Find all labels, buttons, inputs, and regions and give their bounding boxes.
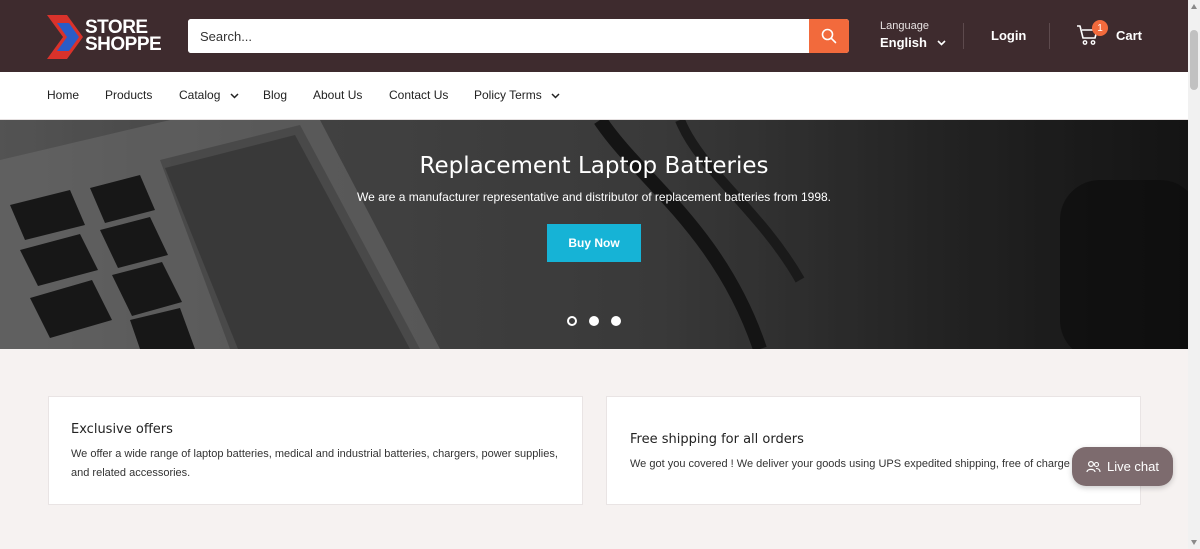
page-scrollbar[interactable] xyxy=(1188,0,1200,549)
scroll-down-arrow-icon[interactable] xyxy=(1190,538,1198,546)
live-chat-label: Live chat xyxy=(1106,459,1160,474)
nav-item-label: Home xyxy=(47,88,80,102)
feature-text-line: and related accessories. xyxy=(71,467,191,479)
nav-item-policy-terms[interactable]: Policy Terms xyxy=(474,88,560,102)
nav-item-label: About Us xyxy=(313,88,363,102)
feature-text-line: We got you covered ! We deliver your goo… xyxy=(630,458,1070,470)
search-input[interactable] xyxy=(188,19,809,53)
login-link[interactable]: Login xyxy=(991,28,1026,43)
nav-item-label: Catalog xyxy=(179,88,221,102)
language-value: English xyxy=(880,35,927,50)
logo-text: STORE SHOPPE xyxy=(85,18,162,55)
top-header: STORE SHOPPE Language English Login 1 Ca… xyxy=(0,0,1188,72)
language-selector[interactable]: Language English xyxy=(880,20,946,52)
feature-text-line: We offer a wide range of laptop batterie… xyxy=(71,448,558,460)
cart-button[interactable]: 1 Cart xyxy=(1076,20,1146,50)
feature-text: We offer a wide range of laptop batterie… xyxy=(71,445,558,483)
cart-label: Cart xyxy=(1116,28,1143,43)
nav-item-catalog[interactable]: Catalog xyxy=(179,88,239,102)
feature-card-exclusive-offers: Exclusive offers We offer a wide range o… xyxy=(48,396,583,505)
main-nav: Home Products Catalog Blog About Us Cont… xyxy=(0,72,1188,120)
hero-banner: Replacement Laptop Batteries We are a ma… xyxy=(0,120,1188,349)
buy-now-button[interactable]: Buy Now xyxy=(547,224,641,262)
hero-subtitle: We are a manufacturer representative and… xyxy=(356,190,832,204)
nav-item-home[interactable]: Home xyxy=(47,88,79,102)
nav-item-about-us[interactable]: About Us xyxy=(313,88,362,102)
chevron-down-icon xyxy=(937,40,946,46)
scrollbar-thumb[interactable] xyxy=(1190,30,1198,90)
live-chat-button[interactable]: Live chat xyxy=(1072,447,1173,486)
slide-dot-1[interactable] xyxy=(567,316,577,326)
logo-chevron-icon xyxy=(47,15,83,59)
header-divider xyxy=(963,23,964,49)
slide-dot-3[interactable] xyxy=(611,316,621,326)
feature-title: Exclusive offers xyxy=(71,422,173,437)
header-divider xyxy=(1049,23,1050,49)
nav-item-products[interactable]: Products xyxy=(105,88,152,102)
chevron-down-icon xyxy=(230,93,239,99)
hero-title: Replacement Laptop Batteries xyxy=(419,153,769,179)
language-label: Language xyxy=(880,20,929,32)
cart-count-badge: 1 xyxy=(1092,20,1108,36)
nav-item-label: Contact Us xyxy=(389,88,449,102)
store-logo[interactable]: STORE SHOPPE xyxy=(47,15,162,59)
scroll-up-arrow-icon[interactable] xyxy=(1190,3,1198,11)
nav-item-blog[interactable]: Blog xyxy=(263,88,287,102)
logo-line2: SHOPPE xyxy=(85,34,162,55)
feature-title: Free shipping for all orders xyxy=(630,432,804,447)
nav-item-label: Blog xyxy=(263,88,288,102)
feature-text: We got you covered ! We deliver your goo… xyxy=(630,455,1070,474)
nav-item-label: Products xyxy=(105,88,153,102)
nav-item-label: Policy Terms xyxy=(474,88,542,102)
search-bar xyxy=(188,19,849,53)
users-icon xyxy=(1086,460,1101,473)
chevron-down-icon xyxy=(551,93,560,99)
feature-card-free-shipping: Free shipping for all orders We got you … xyxy=(606,396,1141,505)
search-button[interactable] xyxy=(809,19,849,53)
slide-dot-2[interactable] xyxy=(589,316,599,326)
nav-item-contact-us[interactable]: Contact Us xyxy=(389,88,448,102)
search-icon xyxy=(821,28,837,44)
